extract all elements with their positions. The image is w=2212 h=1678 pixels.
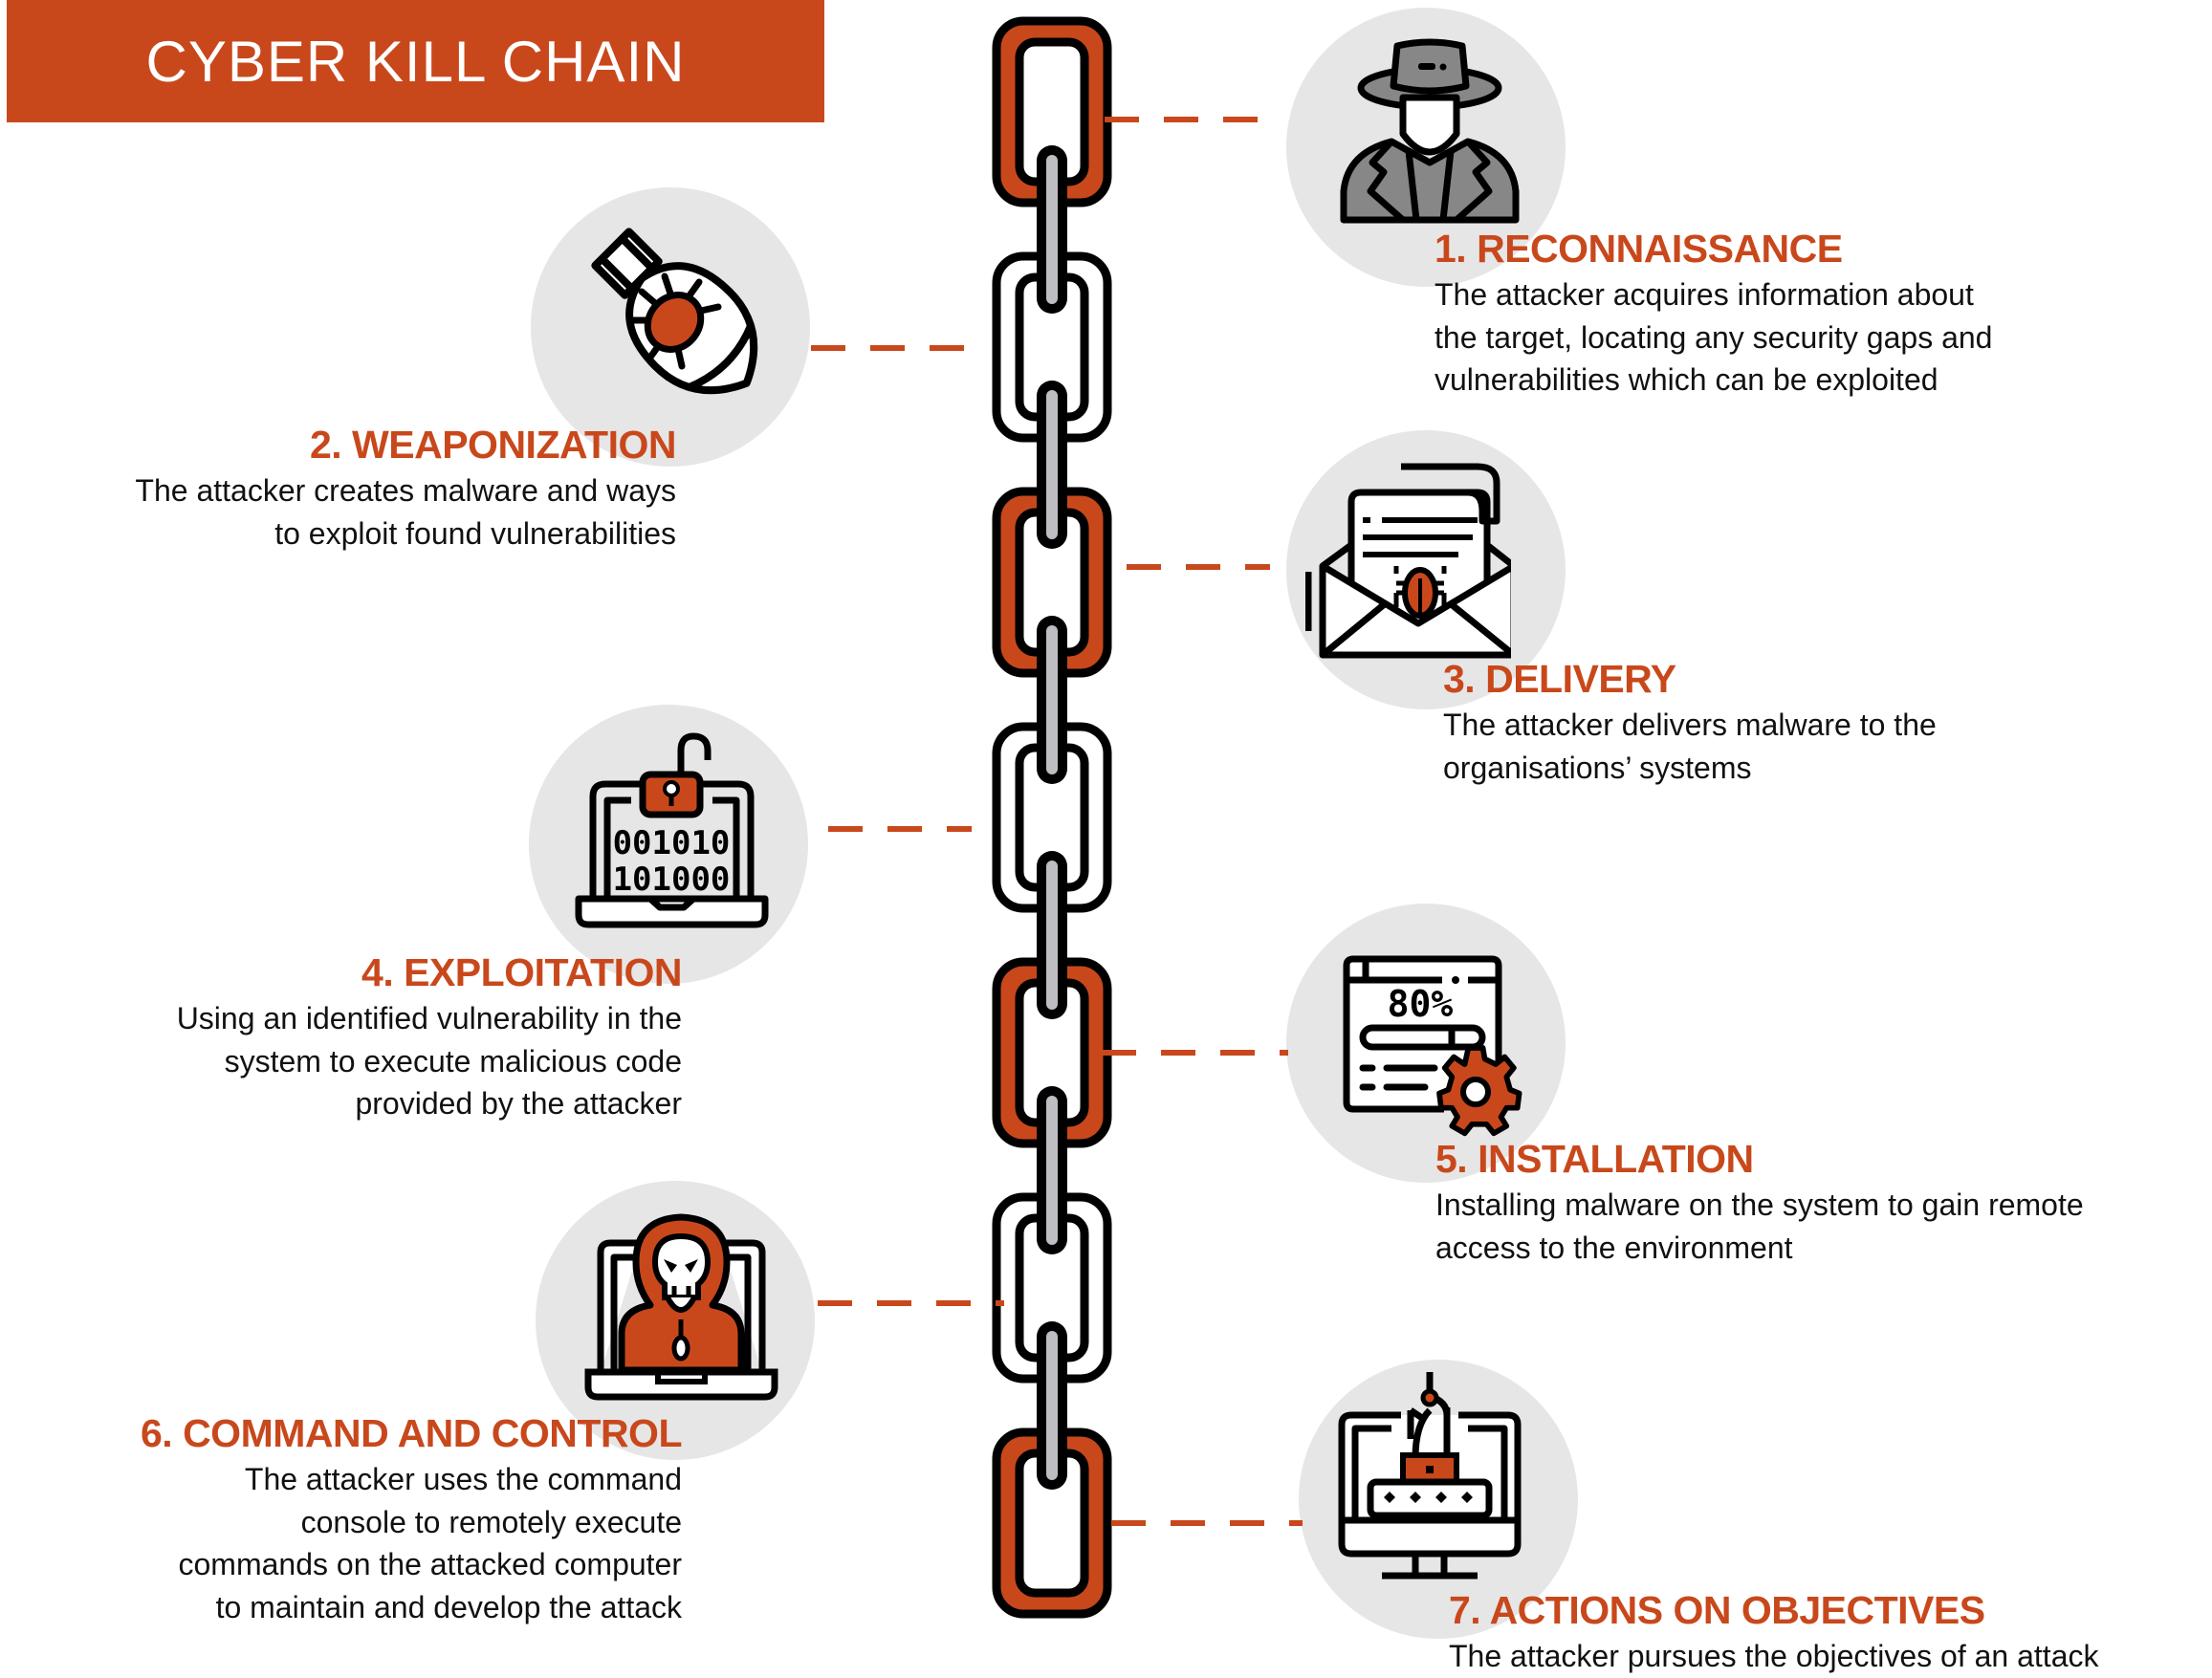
description-line: The attacker uses the command [244,1462,682,1496]
description-line: The attacker pursues the objectives of a… [1449,1639,2099,1673]
chain-connector-highlight [1046,155,1058,304]
step-heading: 5. INSTALLATION [1435,1137,1754,1181]
binary-line-1: 001010 [613,824,731,862]
description-line: access to the environment [1435,1230,1793,1265]
description-line: vulnerabilities which can be exploited [1435,362,1938,397]
step-description: The attacker delivers malware to the org… [1443,704,1937,789]
step-actions-on-objectives: 7. ACTIONS ON OBJECTIVES The attacker pu… [1449,1587,2098,1678]
description-line: the target, locating any security gaps a… [1435,319,1993,355]
chain-connector-highlight [1046,1096,1058,1245]
step-heading: 3. DELIVERY [1443,657,1676,701]
chain-graphic [992,16,1112,1619]
chain-connector-highlight [1046,390,1058,539]
laptop-unlock-icon: 001010 101000 [575,732,769,928]
step-weaponization: 2. WEAPONIZATION The attacker creates ma… [135,422,676,555]
binary-line-2: 101000 [613,861,731,899]
bomb-bug-icon [591,228,758,395]
step-heading: 1. RECONNAISSANCE [1435,227,1843,271]
chain-connector-highlight [1046,625,1058,774]
step-delivery: 3. DELIVERY The attacker delivers malwar… [1443,656,1937,789]
description-line: to maintain and develop the attack [215,1589,682,1624]
step-installation: 5. INSTALLATION Installing malware on th… [1435,1136,2084,1269]
step-heading: 6. COMMAND AND CONTROL [140,1411,683,1455]
description-line: provided by the attacker [355,1086,682,1121]
step-heading: 4. EXPLOITATION [361,950,682,994]
title-banner: CYBER KILL CHAIN [7,0,824,122]
chain-connector-highlight [1046,1331,1058,1480]
email-bug-icon [1305,463,1511,659]
step-description: The attacker uses the command console to… [141,1458,683,1628]
step-reconnaissance: 1. RECONNAISSANCE The attacker acquires … [1435,226,1992,402]
description-line: The attacker acquires information about [1435,277,1974,312]
step-description: Installing malware on the system to gain… [1435,1184,2084,1269]
description-line: Installing malware on the system to gain… [1435,1188,2084,1222]
connector-step-7 [1111,1520,1303,1526]
step-description: The attacker acquires information about … [1435,273,1992,402]
connector-step-3 [1127,564,1270,570]
spy-icon [1340,38,1520,224]
connector-step-5 [1102,1050,1288,1056]
description-line: The attacker creates malware and ways [135,473,676,508]
description-line: commands on the attacked computer [178,1547,683,1581]
progress-percent: 80% [1388,983,1454,1025]
step-command-and-control: 6. COMMAND AND CONTROL The attacker uses… [140,1410,683,1628]
page-title: CYBER KILL CHAIN [145,29,686,94]
phishing-password-icon [1338,1372,1522,1580]
step-description: The attacker pursues the objectives of a… [1449,1635,2098,1678]
description-line: to exploit found vulnerabilities [274,515,676,551]
description-line: The attacker delivers malware to the [1443,708,1937,742]
description-line: system to execute malicious code [224,1043,682,1079]
step-description: The attacker creates malware and ways to… [135,469,676,555]
description-line: organisations’ systems [1443,750,1752,785]
connector-step-4 [828,826,972,832]
connector-step-1 [1105,117,1272,122]
hacker-laptop-icon [584,1213,778,1401]
connector-step-2 [811,345,978,351]
step-heading: 7. ACTIONS ON OBJECTIVES [1449,1588,1985,1632]
description-line: Using an identified vulnerability in the [176,1001,682,1035]
step-description: Using an identified vulnerability in the… [177,997,682,1125]
step-heading: 2. WEAPONIZATION [309,423,677,467]
step-exploitation: 4. EXPLOITATION Using an identified vuln… [177,949,683,1125]
description-line: console to remotely execute [300,1504,682,1539]
chain-connector-highlight [1046,861,1058,1010]
connector-step-6 [818,1300,1004,1306]
install-progress-icon: 80% [1343,955,1522,1137]
